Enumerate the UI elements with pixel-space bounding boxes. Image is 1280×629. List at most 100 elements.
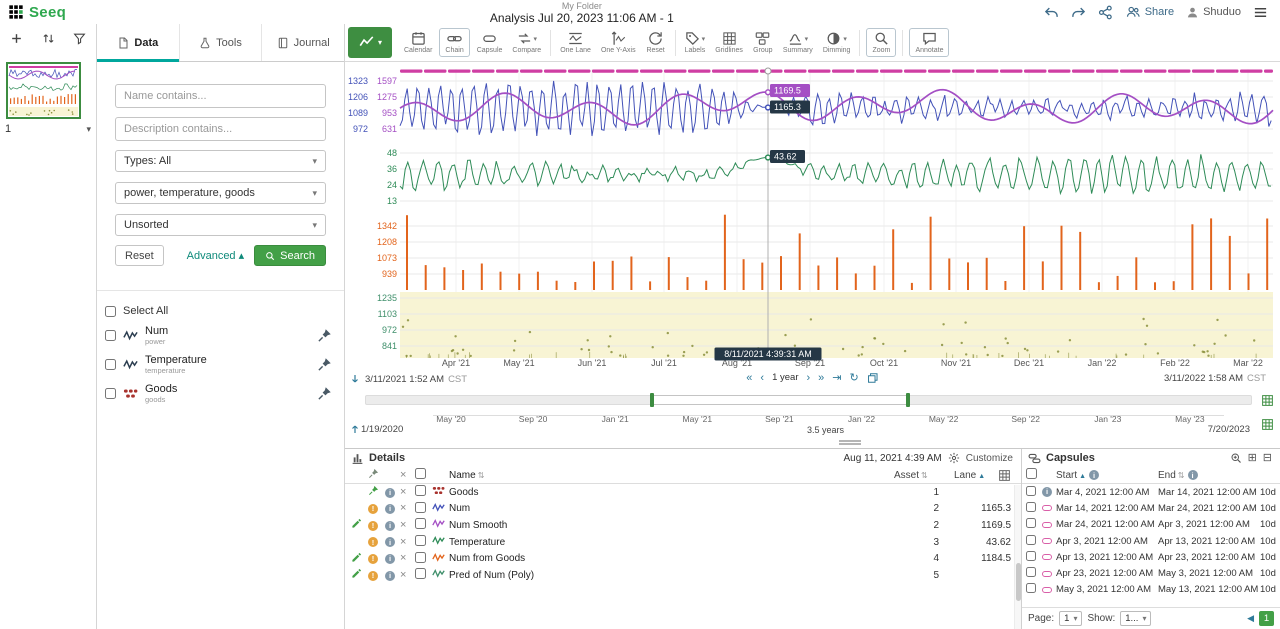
tab-tools[interactable]: Tools (179, 24, 262, 61)
breadcrumb[interactable]: My Folder (120, 2, 1044, 11)
advanced-link[interactable]: Advanced ▴ (187, 249, 245, 262)
pin-icon[interactable] (317, 357, 332, 372)
end-column-info-icon[interactable]: i (1188, 470, 1198, 480)
column-options-icon[interactable] (998, 469, 1011, 482)
toolbar-gridlines[interactable]: Gridlines (710, 29, 748, 56)
data-item-num[interactable]: Numpower (97, 321, 344, 350)
details-row-checkbox[interactable] (415, 568, 426, 579)
warning-icon[interactable]: ! (368, 521, 378, 531)
remove-item-icon[interactable]: × (400, 486, 406, 498)
trend-chart[interactable]: 1323120610899721597127595363148362413134… (345, 62, 1280, 368)
full-range-start[interactable]: 1/19/2020 (361, 424, 403, 435)
range-slider-handle-left[interactable] (650, 393, 654, 407)
capsule-info-icon[interactable]: i (1042, 487, 1052, 497)
toolbar-reset[interactable]: Reset (641, 29, 671, 56)
sort-worksheets-icon[interactable] (42, 32, 55, 45)
remove-item-icon[interactable]: × (400, 569, 406, 581)
remove-item-icon[interactable]: × (400, 536, 406, 548)
remove-item-icon[interactable]: × (400, 502, 406, 514)
toolbar-compare[interactable]: ▾Compare (507, 29, 546, 56)
capsule-row-checkbox[interactable] (1026, 535, 1036, 545)
capsule-row-checkbox[interactable] (1026, 567, 1036, 577)
column-header-name[interactable]: Name⇅ (449, 470, 894, 481)
worksheet-thumbnail[interactable] (6, 62, 81, 119)
capsule-row-checkbox[interactable] (1026, 583, 1036, 593)
column-header-start[interactable]: Start▲i (1056, 470, 1158, 481)
info-icon[interactable]: i (385, 488, 395, 498)
toolbar-zoom[interactable]: Zoom (866, 28, 896, 57)
reset-button[interactable]: Reset (115, 245, 164, 266)
types-dropdown[interactable]: Types: All ▾ (115, 150, 326, 172)
details-row-checkbox[interactable] (415, 552, 426, 563)
capsule-row-checkbox[interactable] (1026, 518, 1036, 528)
step-back-large-button[interactable]: « (746, 371, 752, 385)
previous-page-icon[interactable]: ◀ (1247, 613, 1254, 624)
capsule-row-checkbox[interactable] (1026, 502, 1036, 512)
warning-icon[interactable]: ! (368, 537, 378, 547)
copy-range-icon[interactable] (867, 372, 879, 384)
data-item-goods[interactable]: Goodsgoods (97, 379, 344, 408)
toolbar-summary[interactable]: ▾Summary (778, 29, 818, 56)
capsules-select-all-checkbox[interactable] (1026, 468, 1037, 479)
range-slider-selection[interactable] (651, 395, 909, 405)
toolbar-chain[interactable]: Chain (439, 28, 469, 57)
filter-tags-dropdown[interactable]: power, temperature, goods ▾ (115, 182, 326, 204)
pin-icon[interactable] (368, 485, 379, 496)
filter-worksheets-icon[interactable] (73, 32, 86, 45)
trend-view-button[interactable]: ▾ (348, 27, 392, 58)
expand-panel-icon[interactable]: ⊞ (1248, 453, 1257, 464)
info-icon[interactable]: i (385, 521, 395, 531)
page-select[interactable]: 1▾ (1059, 611, 1082, 626)
range-slider-handle-right[interactable] (906, 393, 910, 407)
display-range-start[interactable]: 3/11/2021 1:52 AM CST (349, 373, 467, 385)
details-select-all-checkbox[interactable] (415, 468, 426, 479)
auto-update-icon[interactable]: ↻ (850, 371, 859, 385)
toolbar-group[interactable]: Group (748, 29, 778, 56)
worksheet-menu-caret-icon[interactable]: ▾ (86, 124, 91, 135)
select-all-checkbox[interactable] (105, 306, 116, 317)
share-link-icon[interactable] (1098, 5, 1113, 20)
full-range-edit-icon[interactable] (1261, 418, 1274, 431)
details-row-checkbox[interactable] (415, 535, 426, 546)
toolbar-capsule[interactable]: Capsule (472, 29, 508, 56)
user-menu[interactable]: Shuduo (1186, 6, 1241, 19)
toolbar-labels[interactable]: ▾Labels (680, 29, 711, 56)
info-icon[interactable]: i (385, 571, 395, 581)
warning-icon[interactable]: ! (368, 554, 378, 564)
share-button[interactable]: Share (1125, 5, 1174, 19)
column-header-end[interactable]: End⇅i (1158, 470, 1260, 481)
full-range-end[interactable]: 7/20/2023 (1208, 424, 1250, 435)
undo-icon[interactable] (1044, 5, 1059, 20)
step-forward-large-button[interactable]: » (818, 371, 824, 385)
pencil-icon[interactable] (351, 568, 362, 579)
pin-icon[interactable] (317, 328, 332, 343)
show-select[interactable]: 1...▾ (1120, 611, 1151, 626)
pin-all-icon[interactable] (368, 468, 379, 479)
pencil-icon[interactable] (351, 518, 362, 529)
gear-icon[interactable] (948, 452, 960, 464)
remove-item-icon[interactable]: × (400, 519, 406, 531)
step-back-button[interactable]: ‹ (760, 371, 764, 385)
info-icon[interactable]: i (385, 504, 395, 514)
display-range-end[interactable]: 3/11/2022 1:58 AM CST (1164, 373, 1266, 384)
details-row-checkbox[interactable] (415, 485, 426, 496)
toolbar-calendar[interactable]: Calendar (399, 29, 437, 56)
warning-icon[interactable]: ! (368, 504, 378, 514)
search-button[interactable]: Search (254, 245, 326, 266)
capsule-row-checkbox[interactable] (1026, 551, 1036, 561)
pencil-icon[interactable] (351, 552, 362, 563)
data-item-checkbox[interactable] (105, 388, 116, 399)
zoom-to-capsule-icon[interactable] (1230, 452, 1242, 464)
tab-journal[interactable]: Journal (261, 24, 344, 61)
data-item-temperature[interactable]: Temperaturetemperature (97, 350, 344, 379)
info-icon[interactable]: i (385, 554, 395, 564)
toolbar-annotate[interactable]: Annotate (909, 28, 949, 57)
hamburger-menu-icon[interactable] (1253, 5, 1268, 20)
details-scrollbar[interactable] (1014, 485, 1021, 629)
range-edit-icon[interactable] (1261, 394, 1274, 407)
range-slider-track[interactable] (365, 395, 1252, 405)
capsule-row-checkbox[interactable] (1026, 486, 1036, 496)
collapse-panel-icon[interactable]: ⊟ (1263, 453, 1272, 464)
remove-item-icon[interactable]: × (400, 552, 406, 564)
info-icon[interactable]: i (385, 537, 395, 547)
